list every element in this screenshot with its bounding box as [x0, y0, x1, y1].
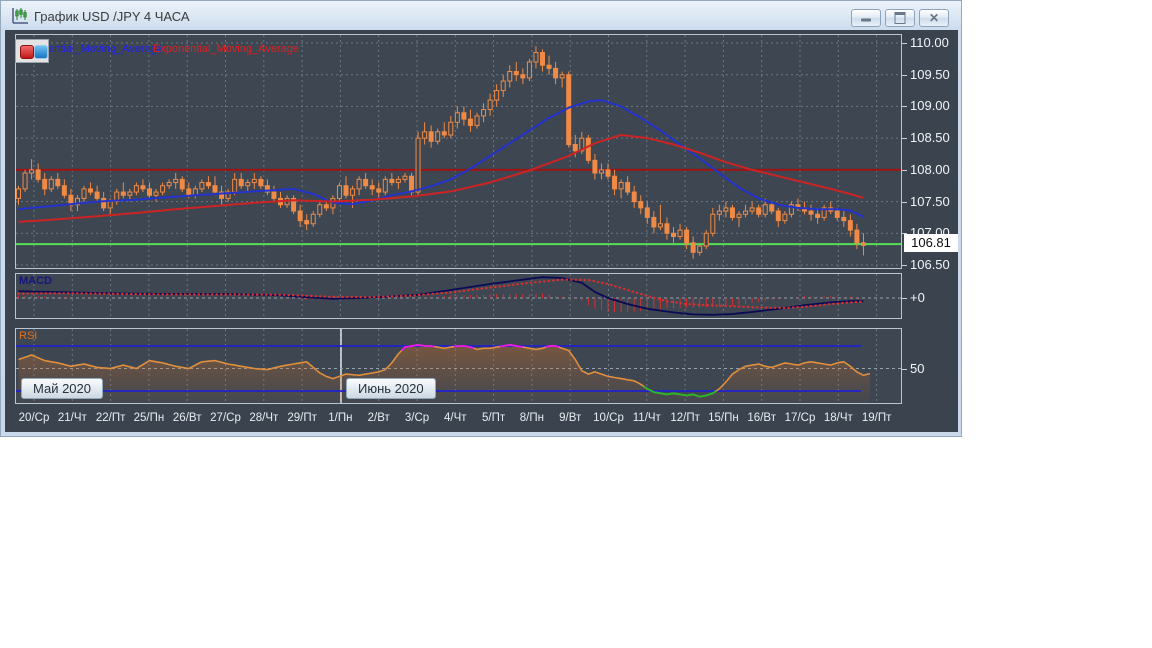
date-label: 20/Ср [18, 412, 50, 424]
date-label: 15/Пн [708, 412, 739, 424]
date-label: 29/Пт [287, 412, 317, 424]
restore-icon [894, 12, 906, 24]
date-label: 19/Пт [861, 412, 892, 424]
date-label: 1/Пн [328, 412, 353, 424]
window-title: График USD /JPY 4 ЧАСА [34, 9, 190, 24]
scale-tick [902, 298, 907, 299]
scale-tick [902, 75, 907, 76]
indicator-buttons-box [15, 39, 49, 63]
price-panel [15, 34, 902, 269]
scale-tick [902, 106, 907, 107]
date-label: 3/Ср [404, 412, 430, 424]
macd-label: MACD [19, 275, 52, 287]
scale-tick [902, 265, 907, 266]
titlebar[interactable]: График USD /JPY 4 ЧАСА ✕ [1, 1, 961, 30]
date-label: 2/Вт [367, 412, 390, 424]
date-label: 8/Пн [519, 412, 544, 424]
month-label-may: Май 2020 [21, 378, 103, 399]
date-label: 10/Ср [593, 412, 624, 424]
scale-tick [902, 43, 907, 44]
date-label: 18/Чт [823, 412, 853, 424]
indicator-toggle-red[interactable] [20, 45, 34, 59]
scale-tick [902, 170, 907, 171]
rsi-mid-label: 50 [910, 361, 925, 376]
price-scale-label: 109.50 [910, 67, 950, 82]
date-label: 26/Вт [172, 412, 202, 424]
rsi-panel [15, 328, 902, 404]
date-label: 21/Чт [57, 412, 87, 424]
date-label: 25/Пн [133, 412, 165, 424]
rsi-label: RSI [19, 330, 38, 342]
minimize-icon [861, 18, 871, 22]
macd-panel [15, 273, 902, 319]
legend-ma-slow: Exponential_Moving_Average [153, 43, 299, 55]
close-icon: ✕ [928, 11, 940, 25]
price-scale-label: 106.50 [910, 257, 950, 272]
minimize-button[interactable] [851, 9, 881, 27]
date-label: 16/Вт [747, 412, 776, 424]
price-scale-label: 108.50 [910, 130, 950, 145]
macd-canvas[interactable] [16, 274, 901, 318]
rsi-canvas[interactable] [16, 329, 901, 403]
date-label: 9/Вт [559, 412, 582, 424]
date-label: 17/Ср [784, 412, 816, 424]
date-label: 4/Чт [444, 412, 467, 424]
scale-tick [902, 369, 907, 370]
date-label: 11/Чт [632, 412, 661, 424]
date-label: 27/Ср [210, 412, 241, 424]
price-scale-label: 110.00 [910, 35, 949, 50]
macd-zero-label: +0 [910, 290, 925, 305]
current-price-badge: 106.81 [904, 234, 958, 252]
window-icon [12, 8, 28, 24]
restore-button[interactable] [885, 9, 915, 27]
chart-window: График USD /JPY 4 ЧАСА ✕ Exponential_Mov… [0, 0, 962, 437]
indicator-toggle-blue[interactable] [34, 45, 48, 59]
scale-tick [902, 202, 907, 203]
date-label: 5/Пт [482, 412, 506, 424]
price-scale-label: 109.00 [910, 98, 950, 113]
date-label: 12/Пт [670, 412, 700, 424]
date-label: 28/Чт [249, 412, 279, 424]
close-button[interactable]: ✕ [919, 9, 949, 27]
scale-tick [902, 138, 907, 139]
price-scale-label: 107.50 [910, 194, 950, 209]
price-chart-canvas[interactable] [16, 35, 901, 268]
date-label: 22/Пт [95, 412, 126, 424]
price-scale-label: 108.00 [910, 162, 950, 177]
month-label-june: Июнь 2020 [346, 378, 436, 399]
